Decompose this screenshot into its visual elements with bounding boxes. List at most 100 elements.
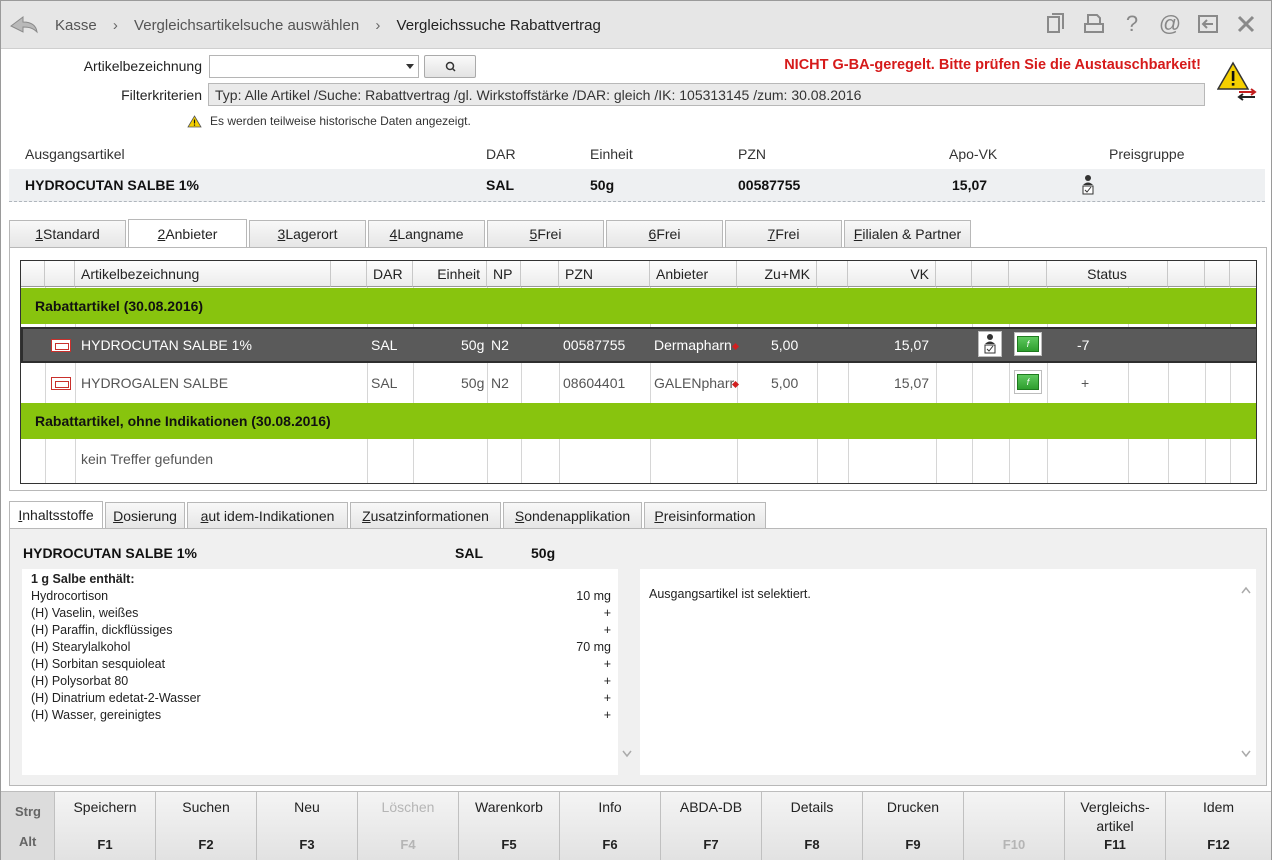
tab-dosierung[interactable]: Dosierung — [105, 502, 185, 528]
tab-sonden-label: ondenapplikation — [524, 507, 631, 524]
gba-warning-text: NICHT G-BA-geregelt. Bitte prüfen Sie di… — [784, 57, 1201, 73]
ingredient-name: Hydrocortison — [31, 589, 109, 603]
tab-standard[interactable]: 1 Standard — [9, 220, 126, 247]
tab-frei-6[interactable]: 6 Frei — [606, 220, 723, 247]
list-item: (H) Wasser, gereinigtes + — [31, 708, 611, 725]
fkey-label: Löschen — [381, 799, 435, 815]
tab-aut-idem[interactable]: a ut idem-Indikationen — [187, 502, 348, 528]
grid-header-blank7[interactable] — [1009, 261, 1047, 287]
fkey-key: F5 — [501, 837, 517, 852]
ausgang-dar: SAL — [486, 177, 514, 193]
suchen-button[interactable]: Suchen F2 — [156, 792, 257, 860]
scroll-down-icon[interactable] — [1241, 749, 1251, 759]
tab-sondenapplikation[interactable]: Sondenapplikation — [503, 502, 642, 528]
grid-header-blank6[interactable] — [972, 261, 1009, 287]
preisgruppe-icon — [978, 331, 1002, 357]
grid-header-dar[interactable]: DAR — [367, 261, 413, 287]
filter-label: Filterkriterien — [121, 87, 202, 103]
scroll-down-icon[interactable] — [622, 749, 632, 759]
neu-button[interactable]: Neu F3 — [257, 792, 358, 860]
list-item: (H) Polysorbat 80 + — [31, 674, 611, 691]
tab-preisinformation[interactable]: Preisinformation — [644, 502, 766, 528]
exchange-warning-icon[interactable] — [1216, 61, 1257, 101]
table-row[interactable]: HYDROCUTAN SALBE 1% SAL 50g N2 00587755 … — [21, 327, 1256, 363]
table-row[interactable]: HYDROGALEN SALBE SAL 50g N2 08604401 GAL… — [21, 365, 1256, 401]
close-icon[interactable] — [1235, 11, 1257, 37]
grid-header-blank8[interactable] — [1168, 261, 1205, 287]
tab-anbieter[interactable]: 2 Anbieter — [128, 219, 247, 247]
grid-header-blank3[interactable] — [521, 261, 559, 287]
tab-filialen-key: F — [853, 226, 863, 242]
grid-header-blank4[interactable] — [817, 261, 848, 287]
at-icon[interactable]: @ — [1159, 11, 1181, 37]
grid-header-vk[interactable]: VK — [848, 261, 936, 287]
breadcrumb-item-vergleichsartikelsuche[interactable]: Vergleichsartikelsuche auswählen — [134, 17, 359, 34]
grid-header-einheit[interactable]: Einheit — [413, 261, 487, 287]
idem-button[interactable]: Idem F12 — [1166, 792, 1271, 860]
print-icon[interactable] — [1083, 11, 1105, 37]
back-arrow-icon[interactable] — [9, 13, 39, 37]
drucken-button[interactable]: Drucken F9 — [863, 792, 964, 860]
ingredient-amount: + — [603, 674, 611, 688]
grid-header-pzn[interactable]: PZN — [559, 261, 650, 287]
export-icon[interactable] — [1197, 11, 1219, 37]
festbetrag-icon[interactable]: f — [1014, 370, 1042, 394]
fkey-label: Vergleichs- artikel — [1080, 799, 1150, 834]
product-icon — [51, 377, 71, 390]
details-button[interactable]: Details F8 — [762, 792, 863, 860]
tab-frei-5-key: 5 — [529, 226, 538, 242]
scroll-up-icon[interactable] — [1241, 585, 1251, 595]
row-status: -7 — [1077, 337, 1090, 353]
row-pzn: 00587755 — [563, 337, 626, 353]
vergleichsartikel-button[interactable]: Vergleichs- artikel F11 — [1065, 792, 1166, 860]
grid-header-blank5[interactable] — [936, 261, 972, 287]
loeschen-button[interactable]: Löschen F4 — [358, 792, 459, 860]
tab-frei-7[interactable]: 7 Frei — [725, 220, 842, 247]
tab-zusatzinformationen[interactable]: Zusatzinformationen — [350, 502, 501, 528]
row-einheit: 50g — [461, 375, 485, 391]
tab-inhaltsstoffe[interactable]: Inhaltsstoffe — [9, 501, 103, 528]
ausgang-article-row[interactable]: HYDROCUTAN SALBE 1% SAL 50g 00587755 15,… — [9, 169, 1265, 202]
tab-filialen-partner[interactable]: Filialen & Partner — [844, 220, 971, 247]
grid-header-blank[interactable] — [21, 261, 45, 287]
tab-frei-5[interactable]: 5 Frei — [487, 220, 604, 247]
grid-header-status[interactable]: Status — [1047, 261, 1168, 287]
document-icon[interactable] — [1045, 11, 1067, 37]
group-row-ohne-indikationen: Rabattartikel, ohne Indikationen (30.08.… — [21, 403, 1256, 439]
festbetrag-icon[interactable]: f — [1014, 332, 1042, 356]
artikel-combobox[interactable] — [209, 55, 419, 78]
help-icon[interactable]: ? — [1121, 11, 1143, 37]
grid-header-zumk[interactable]: Zu+MK — [737, 261, 817, 287]
ausgang-name: HYDROCUTAN SALBE 1% — [25, 177, 199, 193]
upper-tabbar: 1 Standard 2 Anbieter 3 Lagerort 4 Langn… — [9, 219, 971, 247]
tab-lagerort[interactable]: 3 Lagerort — [249, 220, 366, 247]
fkey-key: F9 — [905, 837, 921, 852]
warenkorb-button[interactable]: Warenkorb F5 — [459, 792, 560, 860]
f10-button[interactable]: F10 — [964, 792, 1065, 860]
row-np: N2 — [491, 375, 509, 391]
grid-header-np[interactable]: NP — [487, 261, 521, 287]
fkey-label: Details — [790, 799, 834, 815]
ingredient-amount: + — [603, 623, 611, 637]
grid-header-blank2[interactable] — [331, 261, 367, 287]
grid-header-blank10[interactable] — [1230, 261, 1256, 287]
grid-header-anbieter[interactable]: Anbieter — [650, 261, 737, 287]
ingredient-name: (H) Sorbitan sesquioleat — [31, 657, 166, 671]
speichern-button[interactable]: Speichern F1 — [55, 792, 156, 860]
grid-header-artikel[interactable]: Artikelbezeichnung — [75, 261, 331, 287]
info-button[interactable]: Info F6 — [560, 792, 661, 860]
breadcrumb-item-kasse[interactable]: Kasse — [55, 17, 97, 34]
abda-db-button[interactable]: ABDA-DB F7 — [661, 792, 762, 860]
grid-header-blank9[interactable] — [1205, 261, 1230, 287]
tab-filialen-label: ilialen & Partner — [862, 226, 962, 242]
inhalt-dar: SAL — [455, 545, 483, 561]
modifier-keys[interactable]: Strg Alt — [1, 792, 55, 860]
no-result-text: kein Treffer gefunden — [81, 451, 214, 467]
fkey-key: F3 — [299, 837, 315, 852]
historical-data-text: Es werden teilweise historische Daten an… — [210, 114, 471, 128]
grid-header-icon[interactable] — [45, 261, 75, 287]
search-button[interactable] — [424, 55, 476, 78]
fkey-label: Warenkorb — [475, 799, 543, 815]
chevron-down-icon[interactable] — [406, 64, 414, 69]
tab-langname[interactable]: 4 Langname — [368, 220, 485, 247]
